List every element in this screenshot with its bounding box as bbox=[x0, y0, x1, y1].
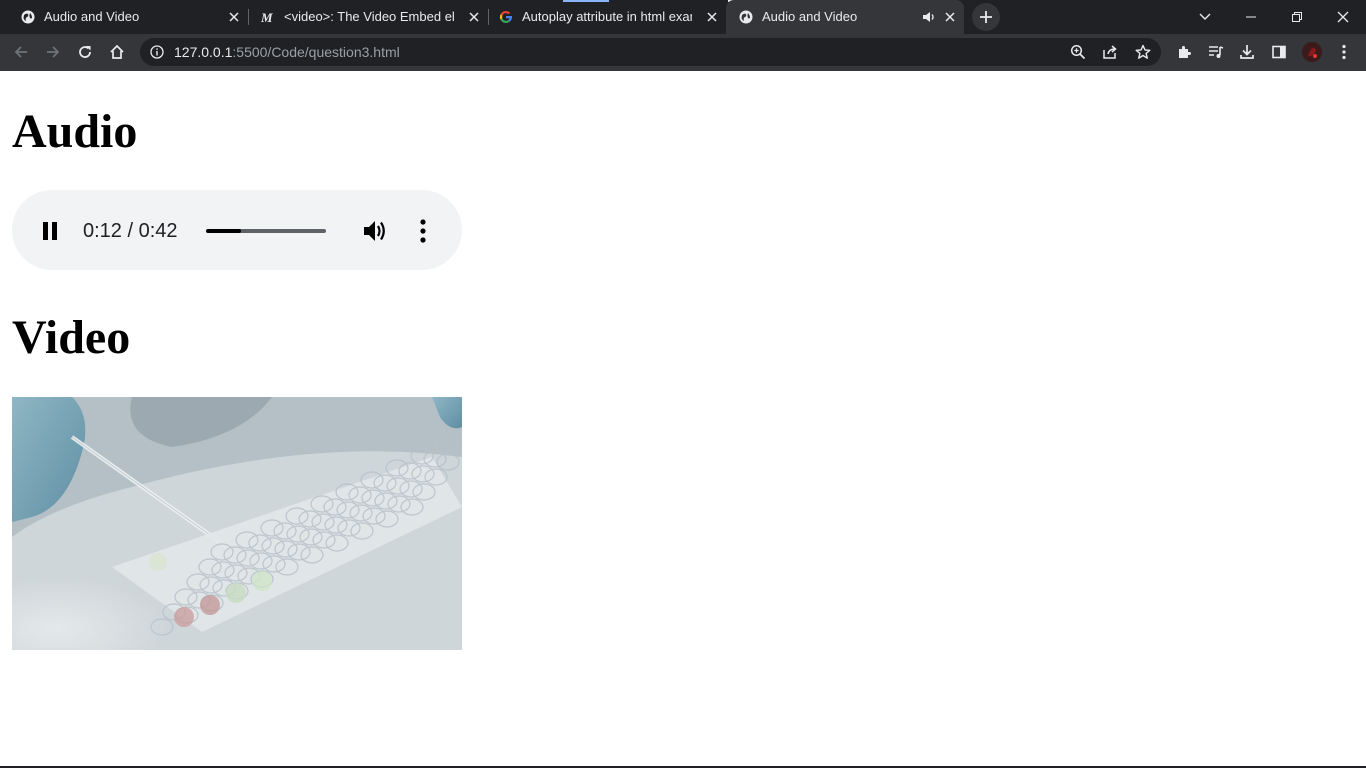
zoom-icon[interactable] bbox=[1070, 44, 1086, 60]
minimize-icon bbox=[1246, 16, 1256, 18]
globe-icon bbox=[739, 10, 753, 24]
google-icon bbox=[499, 10, 513, 24]
video-heading: Video bbox=[12, 311, 131, 364]
chevron-down-icon bbox=[1199, 13, 1211, 20]
browser-menu-button[interactable] bbox=[1330, 38, 1358, 66]
tab-title: Autoplay attribute in html example bbox=[522, 10, 692, 24]
tab-search-button[interactable] bbox=[1182, 0, 1228, 34]
downloads-button[interactable] bbox=[1233, 38, 1261, 66]
audio-playing-icon[interactable] bbox=[922, 10, 936, 24]
profile-button[interactable] bbox=[1298, 38, 1326, 66]
close-window-button[interactable] bbox=[1320, 0, 1366, 34]
time-display: 0:12 / 0:42 bbox=[83, 220, 178, 242]
arrow-right-icon bbox=[47, 46, 60, 58]
avatar bbox=[1302, 42, 1322, 62]
video-player[interactable] bbox=[12, 397, 462, 650]
globe-icon bbox=[21, 10, 35, 24]
home-icon bbox=[110, 44, 124, 59]
share-icon[interactable] bbox=[1102, 44, 1118, 60]
address-bar[interactable]: 127.0.0.1:5500/Code/question3.html bbox=[140, 38, 1161, 66]
new-tab-button[interactable] bbox=[972, 3, 1000, 31]
puzzle-icon bbox=[1179, 46, 1191, 58]
restore-icon bbox=[1292, 12, 1302, 22]
arrow-left-icon bbox=[14, 46, 27, 58]
forward-button[interactable] bbox=[39, 38, 67, 66]
svg-text:M: M bbox=[261, 10, 273, 24]
seek-progress bbox=[206, 229, 241, 233]
tab-audio-video-1[interactable]: Audio and Video bbox=[8, 0, 249, 34]
browser-toolbar: 127.0.0.1:5500/Code/question3.html bbox=[0, 34, 1366, 71]
volume-icon bbox=[364, 221, 385, 241]
playlist-music-icon bbox=[1209, 46, 1224, 58]
minimize-button[interactable] bbox=[1228, 0, 1274, 34]
plus-icon bbox=[980, 11, 992, 23]
url-host: 127.0.0.1 bbox=[174, 44, 233, 60]
mute-button[interactable] bbox=[362, 218, 388, 244]
tab-audio-video-active[interactable]: Audio and Video bbox=[726, 0, 964, 34]
back-button[interactable] bbox=[7, 38, 35, 66]
tab-title: <video>: The Video Embed element bbox=[284, 10, 454, 24]
side-panel-icon bbox=[1272, 45, 1286, 59]
audio-player[interactable]: 0:12 / 0:42 bbox=[12, 190, 462, 270]
pause-button[interactable] bbox=[40, 220, 62, 242]
more-vertical-icon bbox=[1342, 44, 1346, 60]
close-tab-icon[interactable] bbox=[466, 9, 482, 25]
tab-strip: Audio and Video M <video>: The Video Emb… bbox=[0, 0, 1366, 34]
close-icon bbox=[1337, 11, 1349, 23]
site-info-icon[interactable] bbox=[150, 45, 164, 59]
tab-google-autoplay[interactable]: Autoplay attribute in html example bbox=[486, 0, 726, 34]
close-tab-icon[interactable] bbox=[942, 9, 958, 25]
tab-title: Audio and Video bbox=[44, 10, 140, 24]
more-vertical-icon bbox=[420, 219, 426, 243]
bookmark-star-icon[interactable] bbox=[1135, 44, 1151, 60]
restore-button[interactable] bbox=[1274, 0, 1320, 34]
audio-heading: Audio bbox=[12, 105, 138, 158]
tab-mdn-video[interactable]: M <video>: The Video Embed element bbox=[248, 0, 489, 34]
download-icon bbox=[1240, 45, 1254, 59]
close-tab-icon[interactable] bbox=[704, 9, 720, 25]
seek-slider[interactable] bbox=[206, 229, 326, 233]
page-content: Audio 0:12 / 0:42 Video bbox=[0, 71, 1366, 768]
reload-button[interactable] bbox=[71, 38, 99, 66]
url-text[interactable]: 127.0.0.1:5500/Code/question3.html bbox=[174, 45, 400, 59]
extensions-button[interactable] bbox=[1170, 38, 1198, 66]
media-control-button[interactable] bbox=[1202, 38, 1230, 66]
video-frame-image bbox=[12, 397, 462, 650]
pause-icon bbox=[43, 222, 57, 240]
tab-title: Audio and Video bbox=[762, 10, 858, 24]
url-path: :5500/Code/question3.html bbox=[232, 44, 400, 60]
mdn-icon: M bbox=[261, 10, 275, 24]
reload-icon bbox=[79, 46, 91, 58]
player-options-button[interactable] bbox=[413, 218, 433, 244]
side-panel-button[interactable] bbox=[1265, 38, 1293, 66]
home-button[interactable] bbox=[103, 38, 131, 66]
close-tab-icon[interactable] bbox=[226, 9, 242, 25]
